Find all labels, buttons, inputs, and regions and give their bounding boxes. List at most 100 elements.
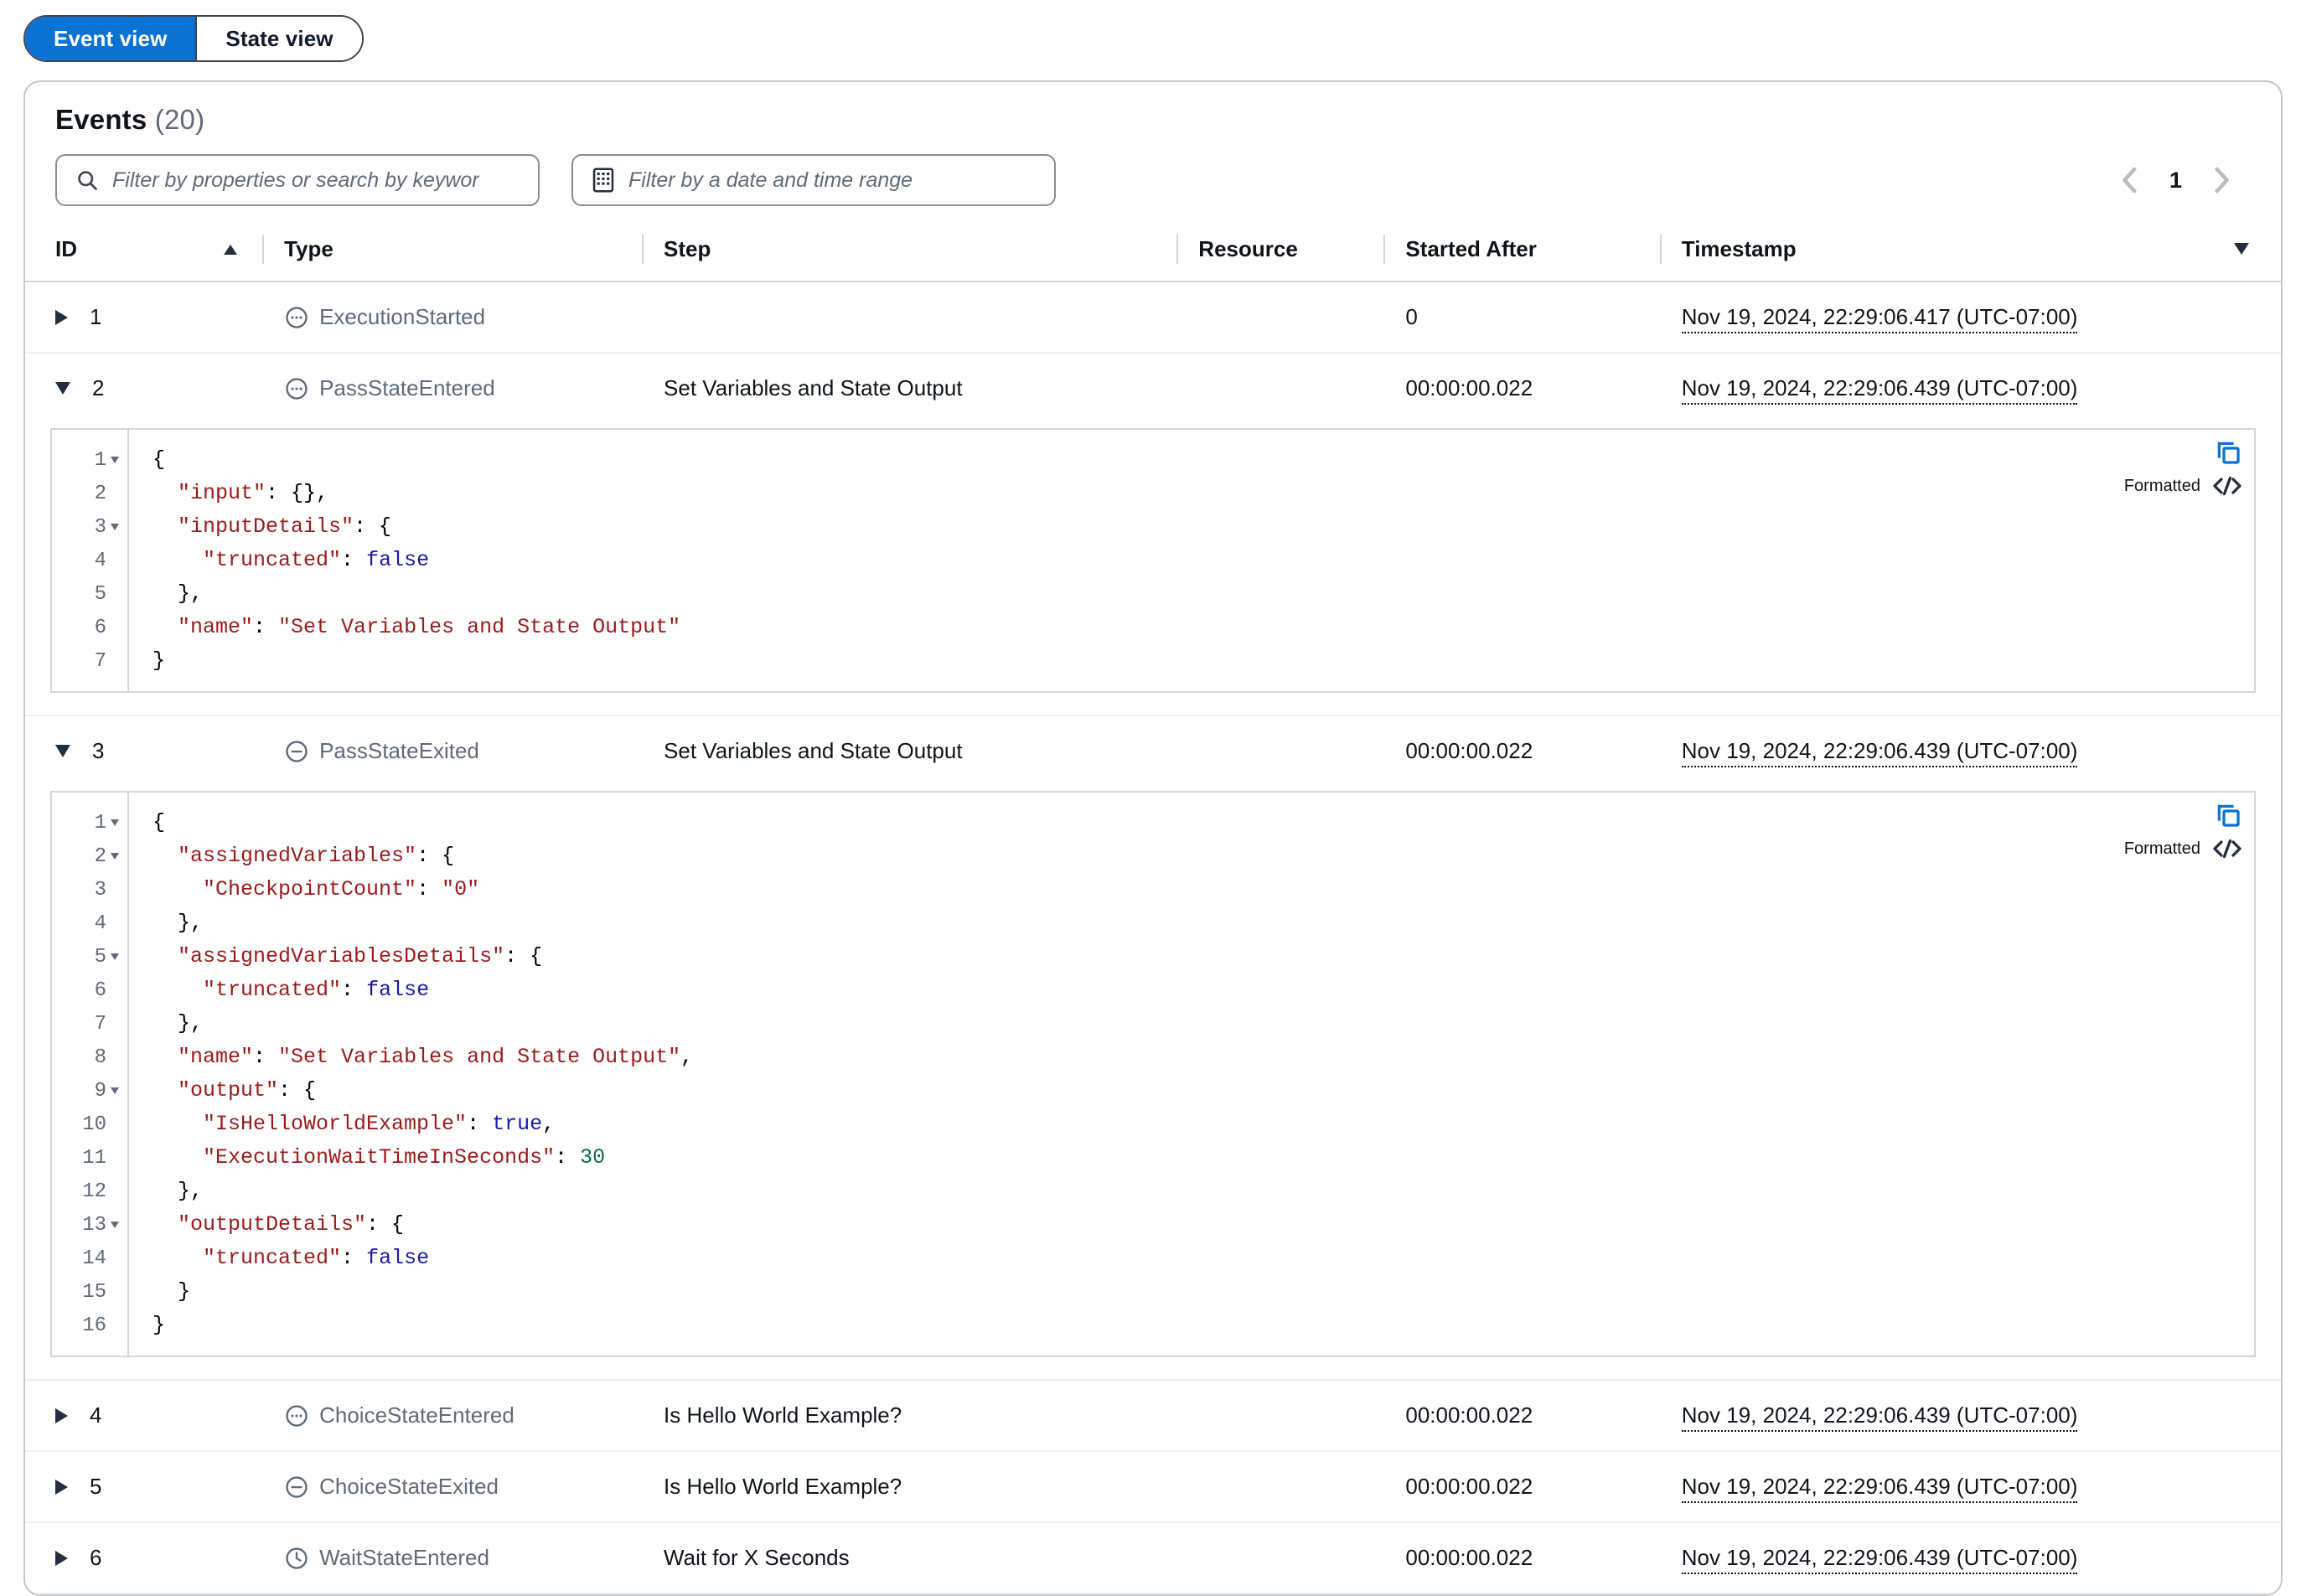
caret-right-icon[interactable] (55, 1407, 68, 1423)
caret-down-icon[interactable] (55, 745, 70, 757)
search-input[interactable]: Filter by properties or search by keywor (55, 154, 540, 206)
line-number-value: 15 (82, 1280, 106, 1304)
line-number-value: 2 (94, 482, 106, 505)
pagination-next-button[interactable] (2210, 166, 2232, 194)
cell-step: Wait for X Seconds (642, 1522, 1177, 1594)
code-content: { "input": {}, "inputDetails": { "trunca… (129, 430, 2254, 691)
row-step-value: Set Variables and State Output (664, 738, 963, 763)
cell-resource (1176, 281, 1384, 354)
cell-id: 2 (25, 353, 262, 423)
code-line: "output": { (153, 1078, 317, 1103)
column-header-type[interactable]: Type (262, 230, 643, 282)
code-line-number: 16 (52, 1309, 127, 1342)
pagination-previous-button[interactable] (2119, 166, 2141, 194)
row-timestamp-value[interactable]: Nov 19, 2024, 22:29:06.439 (UTC-07:00) (1681, 375, 2078, 405)
code-line: "inputDetails": { (153, 514, 392, 539)
segmented-control: Event view State view (23, 15, 364, 62)
code-line: "outputDetails": { (153, 1212, 405, 1237)
row-timestamp-value[interactable]: Nov 19, 2024, 22:29:06.439 (UTC-07:00) (1681, 1402, 2078, 1432)
copy-icon[interactable] (2214, 801, 2242, 829)
tab-event-view[interactable]: Event view (25, 17, 196, 60)
code-brackets-icon[interactable] (2212, 475, 2242, 497)
copy-icon[interactable] (2214, 438, 2242, 467)
code-fold-toggle-icon[interactable] (111, 1222, 119, 1228)
code-brackets-icon[interactable] (2212, 838, 2242, 860)
column-header-started-after[interactable]: Started After (1383, 230, 1660, 282)
cell-step: Set Variables and State Output (642, 353, 1176, 423)
table-row[interactable]: 3 PassStateExited Set Variables and Stat… (25, 715, 2281, 786)
cell-step (642, 281, 1177, 354)
cell-type: ExecutionStarted (262, 281, 643, 354)
line-number-value: 4 (94, 549, 106, 572)
line-number-value: 3 (94, 878, 106, 901)
cell-type: ChoiceStateEntered (262, 1380, 643, 1452)
code-line: "input": {}, (153, 481, 329, 505)
table-row[interactable]: 6 WaitStateEntered Wait for X Seconds 00… (25, 1522, 2281, 1594)
cell-started-after: 00:00:00.022 (1383, 353, 1659, 423)
circle-minus-icon (284, 1475, 309, 1500)
caret-down-icon[interactable] (55, 382, 70, 395)
code-line: }, (153, 911, 204, 935)
code-line: "truncated": false (153, 978, 430, 1002)
date-range-placeholder: Filter by a date and time range (628, 168, 913, 192)
table-row[interactable]: 1 ExecutionStarted 0 Nov 19, 2024, 22:29… (25, 281, 2281, 354)
code-line-number: 1 (52, 443, 127, 477)
row-step-value: Set Variables and State Output (664, 375, 963, 400)
line-number-value: 4 (94, 912, 106, 935)
events-panel: Events (20) Filter by properties or sear… (23, 80, 2283, 1596)
row-type-value: ChoiceStateExited (319, 1474, 499, 1499)
row-started-after-value: 00:00:00.022 (1405, 738, 1533, 763)
code-line-number: 6 (52, 974, 127, 1007)
cell-type: ChoiceStateExited (262, 1451, 643, 1523)
caret-right-icon[interactable] (55, 1479, 68, 1495)
column-header-step[interactable]: Step (642, 230, 1177, 282)
row-timestamp-value[interactable]: Nov 19, 2024, 22:29:06.439 (UTC-07:00) (1681, 738, 2078, 767)
column-header-timestamp[interactable]: Timestamp (1659, 230, 2281, 282)
line-number-value: 1 (94, 448, 106, 472)
code-line-number: 4 (52, 906, 127, 940)
row-id-value: 1 (90, 304, 102, 329)
code-fold-toggle-icon[interactable] (111, 953, 119, 960)
row-timestamp-value[interactable]: Nov 19, 2024, 22:29:06.439 (UTC-07:00) (1681, 1474, 2078, 1503)
tab-state-view[interactable]: State view (195, 17, 362, 60)
code-line: "ExecutionWaitTimeInSeconds": 30 (153, 1145, 606, 1170)
row-timestamp-value[interactable]: Nov 19, 2024, 22:29:06.417 (UTC-07:00) (1681, 304, 2078, 333)
row-id-value: 2 (92, 375, 105, 400)
table-row[interactable]: 2 PassStateEntered Set Variables and Sta… (25, 353, 2281, 423)
code-line: "assignedVariables": { (153, 844, 455, 868)
line-number-value: 16 (82, 1314, 106, 1337)
code-fold-toggle-icon[interactable] (111, 457, 119, 463)
code-fold-toggle-icon[interactable] (111, 1087, 119, 1094)
line-number-value: 11 (82, 1146, 106, 1170)
table-row[interactable]: 4 ChoiceStateEntered Is Hello World Exam… (25, 1380, 2281, 1452)
date-range-input[interactable]: Filter by a date and time range (571, 154, 1056, 206)
formatted-label: Formatted (2123, 476, 2200, 495)
code-fold-toggle-icon[interactable] (111, 524, 119, 530)
event-detail-row: 1 2 3 4 5 6 7 8 9 10 11 12 13 14 15 16 { "assignedVaria… (25, 786, 2281, 1381)
code-fold-toggle-icon[interactable] (111, 853, 119, 860)
filter-icon[interactable] (2232, 236, 2251, 262)
table-row[interactable]: 5 ChoiceStateExited Is Hello World Examp… (25, 1451, 2281, 1523)
column-label-id: ID (55, 236, 77, 261)
column-header-id[interactable]: ID (25, 230, 263, 282)
column-label-step: Step (664, 236, 711, 261)
code-line-number: 5 (52, 940, 127, 974)
pagination-current-page[interactable]: 1 (2169, 168, 2182, 194)
row-timestamp-value[interactable]: Nov 19, 2024, 22:29:06.439 (UTC-07:00) (1681, 1545, 2078, 1574)
caret-right-icon[interactable] (55, 309, 68, 325)
row-id-value: 5 (90, 1474, 102, 1499)
formatted-label: Formatted (2123, 839, 2200, 858)
cell-started-after: 00:00:00.022 (1383, 1451, 1660, 1523)
search-icon (75, 168, 99, 192)
cell-id: 6 (25, 1522, 263, 1594)
json-code-block: 1 2 3 4 5 6 7 { "input": {}, "inputDetails": {… (50, 428, 2256, 693)
line-number-value: 14 (82, 1247, 106, 1270)
column-header-resource[interactable]: Resource (1176, 230, 1384, 282)
circle-ellipsis-icon (284, 1403, 309, 1428)
code-fold-toggle-icon[interactable] (111, 819, 119, 826)
format-toggle: Formatted (2124, 475, 2242, 497)
events-table-body: 1 ExecutionStarted 0 Nov 19, 2024, 22:29… (25, 281, 2281, 1594)
code-line: }, (153, 581, 204, 606)
caret-right-icon[interactable] (55, 1550, 68, 1566)
header-row: ID Type Step Resource Started After Time… (25, 230, 2281, 282)
